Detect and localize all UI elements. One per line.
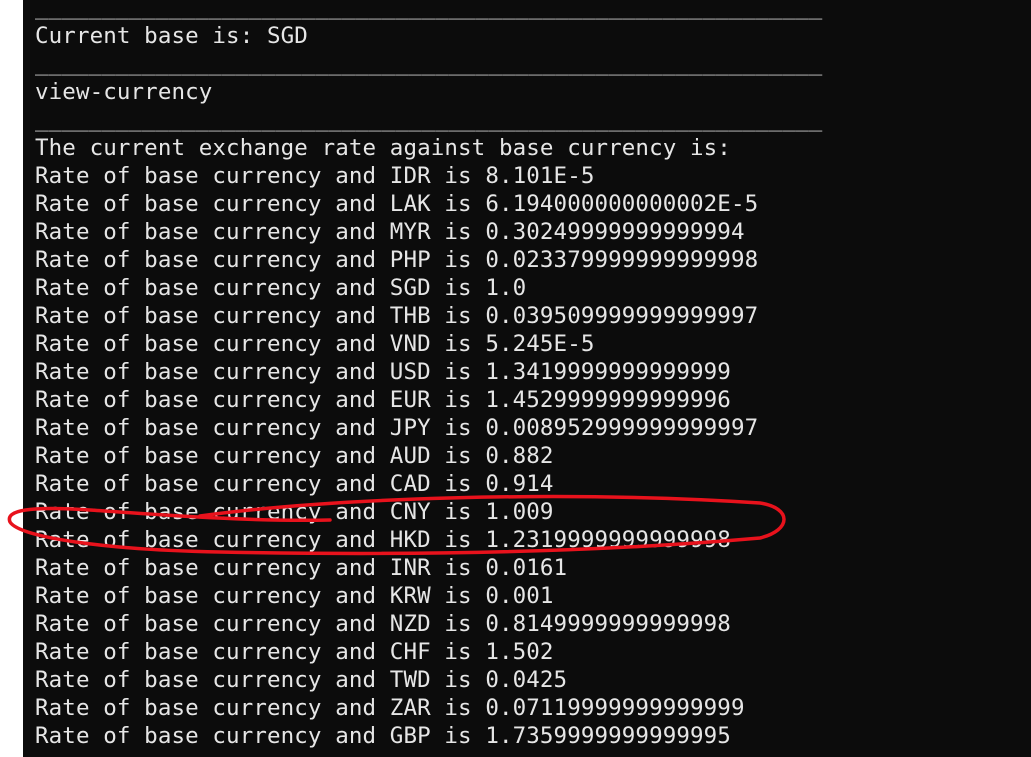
output-line: Rate of base currency and CNY is 1.009 [35,499,554,525]
output-line: Rate of base currency and JPY is 0.00895… [35,415,759,441]
output-line: Rate of base currency and AUD is 0.882 [35,443,554,469]
output-line: Rate of base currency and HKD is 1.23199… [35,527,731,553]
output-line: Rate of base currency and LAK is 6.19400… [35,191,759,217]
terminal-window: ________________________________________… [23,0,1031,757]
output-line: Rate of base currency and ZAR is 0.07119… [35,695,745,721]
output-line: Rate of base currency and GBP is 1.73599… [35,723,731,749]
terminal-output: ________________________________________… [35,0,822,750]
output-line: Rate of base currency and NZD is 0.81499… [35,611,731,637]
output-line: Rate of base currency and EUR is 1.45299… [35,387,731,413]
output-line: Rate of base currency and CAD is 0.914 [35,471,554,497]
output-line: Rate of base currency and CHF is 1.502 [35,639,554,665]
separator-line: ________________________________________… [35,51,823,76]
output-line: Current base is: SGD [35,23,308,49]
output-line: Rate of base currency and TWD is 0.0425 [35,667,568,693]
output-line: view-currency [35,79,213,105]
output-line: Rate of base currency and SGD is 1.0 [35,275,527,301]
separator-line: ________________________________________… [35,107,823,132]
output-line: Rate of base currency and USD is 1.34199… [35,359,731,385]
output-line: Rate of base currency and PHP is 0.02337… [35,247,759,273]
output-line: Rate of base currency and VND is 5.245E-… [35,331,595,357]
output-line: Rate of base currency and KRW is 0.001 [35,583,554,609]
separator-line: ________________________________________… [35,0,823,20]
output-line: Rate of base currency and IDR is 8.101E-… [35,163,595,189]
output-line: Rate of base currency and MYR is 0.30249… [35,219,745,245]
output-line: The current exchange rate against base c… [35,135,731,161]
output-line: Rate of base currency and THB is 0.03950… [35,303,759,329]
output-line: Rate of base currency and INR is 0.0161 [35,555,568,581]
